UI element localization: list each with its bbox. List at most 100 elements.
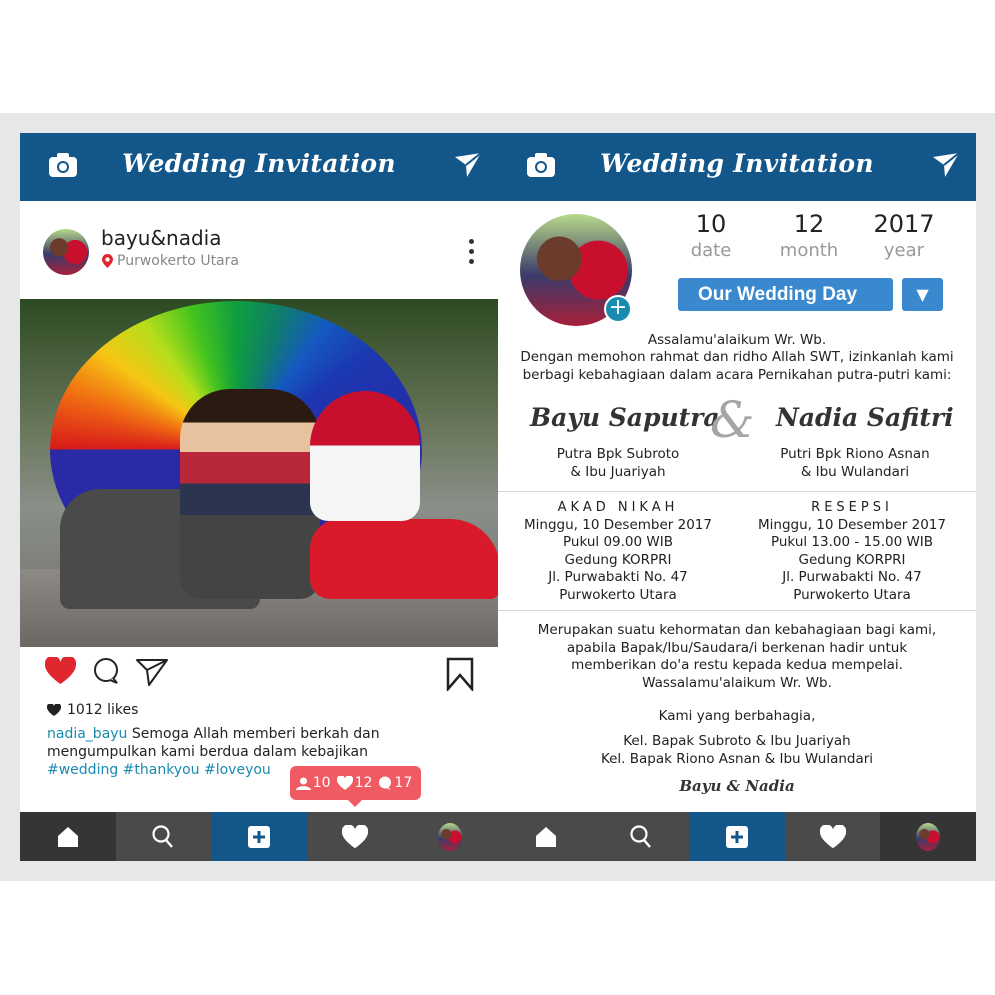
more-options-icon[interactable] xyxy=(464,239,478,269)
bookmark-icon[interactable] xyxy=(446,657,474,691)
family-line-2: Kel. Bapak Riono Asnan & Ibu Wulandari xyxy=(600,751,874,767)
post-location[interactable]: Purwokerto Utara xyxy=(102,253,239,269)
search-icon xyxy=(630,824,652,848)
nav-home[interactable] xyxy=(20,812,116,861)
closing-line-3: memberikan do'a restu kepada kedua mempe… xyxy=(571,657,903,673)
intro-line-2: berbagi kebahagiaan dalam acara Pernikah… xyxy=(522,367,952,383)
post-caption: nadia_bayu Semoga Allah memberi berkah d… xyxy=(47,725,487,779)
resepsi-venue: Gedung KORPRI xyxy=(798,551,906,568)
day-value: 10 xyxy=(695,210,727,238)
date-month: 12 month xyxy=(764,210,854,261)
nav-activity[interactable] xyxy=(784,812,881,861)
like-heart-icon[interactable] xyxy=(45,657,76,685)
app-header: Wedding Invitation xyxy=(20,133,498,201)
bride-parents-line-2: & Ibu Wulandari xyxy=(800,463,910,480)
search-icon xyxy=(152,824,174,848)
home-icon xyxy=(535,826,556,847)
bride-shape xyxy=(310,519,498,599)
wedding-day-button[interactable]: Our Wedding Day xyxy=(678,278,893,311)
user-avatar[interactable] xyxy=(43,229,89,275)
bottom-nav xyxy=(498,812,976,861)
profile-avatar xyxy=(916,822,941,851)
akad-address: Jl. Purwabakti No. 47 xyxy=(548,569,688,585)
post-panel: Wedding Invitation bayu&nadia Purwokerto… xyxy=(20,133,498,861)
closing-line-4: Wassalamu'alaikum Wr. Wb. xyxy=(642,675,832,691)
location-pin-icon xyxy=(102,254,113,268)
resepsi-title: RESEPSI xyxy=(811,500,893,515)
bottom-nav xyxy=(20,812,498,861)
resepsi-date: Minggu, 10 Desember 2017 xyxy=(758,516,946,533)
nav-add[interactable] xyxy=(689,812,785,861)
akad-time: Pukul 09.00 WIB xyxy=(563,534,673,550)
send-icon[interactable] xyxy=(933,153,959,177)
home-icon xyxy=(57,826,78,847)
location-text: Purwokerto Utara xyxy=(117,253,239,269)
akad-city: Purwokerto Utara xyxy=(559,586,677,603)
comment-count: 17 xyxy=(394,775,413,791)
akad-venue: Gedung KORPRI xyxy=(564,551,672,568)
date-year: 2017 year xyxy=(859,210,949,261)
bride-body xyxy=(310,391,420,521)
closing-line-2: apabila Bapak/Ibu/Saudara/i berkenan had… xyxy=(566,640,908,656)
heart-icon xyxy=(819,824,846,848)
family-line-1: Kel. Bapak Subroto & Ibu Juariyah xyxy=(623,733,851,749)
nav-home[interactable] xyxy=(498,812,594,861)
heart-icon xyxy=(341,824,368,848)
comment-icon[interactable] xyxy=(92,657,120,685)
comment-count-icon xyxy=(379,776,392,790)
month-value: 12 xyxy=(793,210,825,238)
invitation-panel: Wedding Invitation + 10 date 12 month 2017… xyxy=(498,133,976,861)
nav-search[interactable] xyxy=(115,812,212,861)
like-count-icon xyxy=(336,776,353,790)
resepsi-details: RESEPSI Minggu, 10 Desember 2017 Pukul 1… xyxy=(742,499,962,604)
add-icon xyxy=(247,825,270,848)
nav-search[interactable] xyxy=(593,812,690,861)
ampersand-ornament: & xyxy=(710,391,755,449)
send-icon[interactable] xyxy=(455,153,481,177)
follower-icon xyxy=(295,777,311,790)
closing-line-1: Merupakan suatu kehormatan dan kebahagia… xyxy=(537,622,937,638)
share-icon[interactable] xyxy=(135,657,169,687)
nav-add[interactable] xyxy=(211,812,307,861)
greeting: Assalamu'alaikum Wr. Wb. xyxy=(647,332,827,348)
nav-activity[interactable] xyxy=(306,812,403,861)
year-label: year xyxy=(883,240,925,261)
post-actions xyxy=(20,653,498,693)
dropdown-arrow-button[interactable]: ▼ xyxy=(902,278,943,311)
likes-count[interactable]: 1012 likes xyxy=(47,702,138,718)
nav-profile[interactable] xyxy=(402,812,498,861)
date-day: 10 date xyxy=(666,210,756,261)
hashtags[interactable]: #wedding #thankyou #loveyou xyxy=(47,762,271,778)
activity-notification-badge[interactable]: 10 12 17 xyxy=(290,766,421,807)
bride-parents-line-1: Putri Bpk Riono Asnan xyxy=(780,446,930,462)
divider xyxy=(498,491,976,492)
like-count: 12 xyxy=(354,775,373,791)
follower-count: 10 xyxy=(312,775,331,791)
likes-text: 1012 likes xyxy=(67,702,139,718)
akad-title: AKAD NIKAH xyxy=(557,500,679,515)
month-label: month xyxy=(779,240,839,261)
signature: Bayu & Nadia xyxy=(679,777,795,795)
profile-avatar xyxy=(438,822,463,851)
day-label: date xyxy=(690,240,732,261)
divider xyxy=(498,610,976,611)
year-value: 2017 xyxy=(873,210,935,238)
header-title: Wedding Invitation xyxy=(600,149,874,178)
bride-parents: Putri Bpk Riono Asnan & Ibu Wulandari xyxy=(765,446,945,481)
groom-name: Bayu Saputra xyxy=(530,403,720,432)
small-heart-icon xyxy=(47,704,61,716)
regards: Kami yang berbahagia, xyxy=(658,708,816,724)
nav-profile[interactable] xyxy=(880,812,976,861)
username[interactable]: bayu&nadia xyxy=(101,226,222,250)
resepsi-address: Jl. Purwabakti No. 47 xyxy=(782,569,922,585)
resepsi-time: Pukul 13.00 - 15.00 WIB xyxy=(770,534,934,550)
groom-parents: Putra Bpk Subroto & Ibu Juariyah xyxy=(528,446,708,481)
intro-line-1: Dengan memohon rahmat dan ridho Allah SW… xyxy=(520,349,954,365)
add-story-icon[interactable]: + xyxy=(604,295,632,323)
caption-username[interactable]: nadia_bayu xyxy=(47,726,127,742)
resepsi-city: Purwokerto Utara xyxy=(793,586,911,603)
add-icon xyxy=(725,825,748,848)
akad-nikah-details: AKAD NIKAH Minggu, 10 Desember 2017 Puku… xyxy=(508,499,728,604)
bride-name: Nadia Safitri xyxy=(776,403,954,432)
groom-parents-line-1: Putra Bpk Subroto xyxy=(556,446,680,462)
